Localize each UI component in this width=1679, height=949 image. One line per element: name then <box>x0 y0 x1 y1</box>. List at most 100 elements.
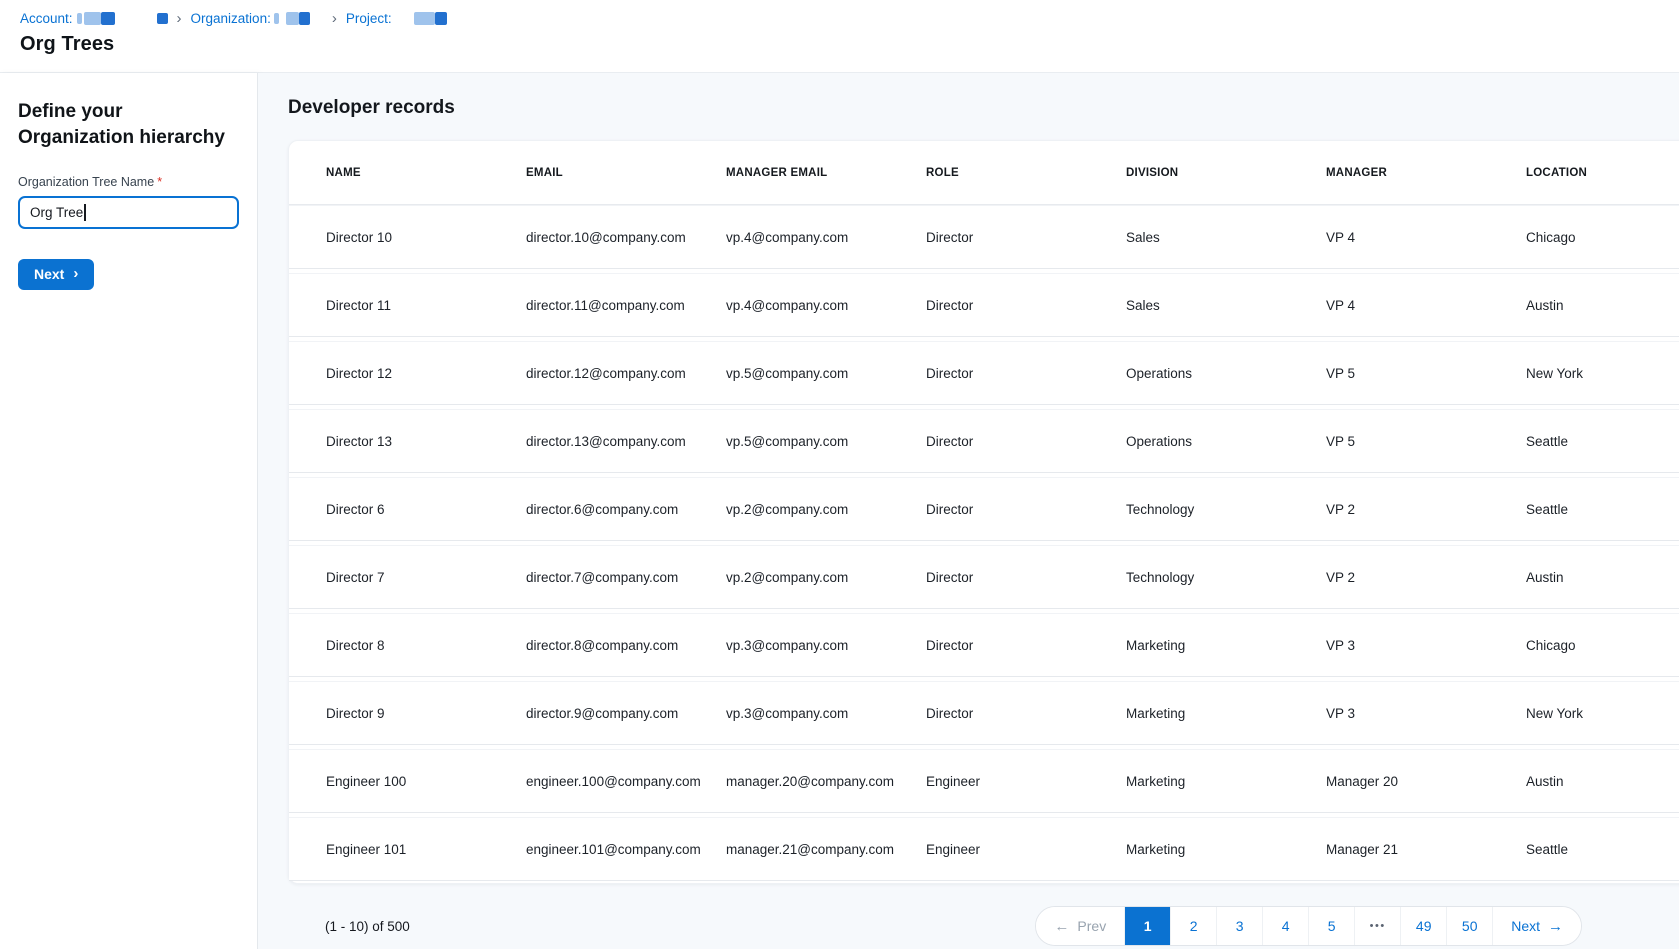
table-cell: director.10@company.com <box>510 230 710 245</box>
table-cell: Marketing <box>1110 706 1310 721</box>
table-cell: Director 13 <box>310 434 510 449</box>
table-cell: director.12@company.com <box>510 366 710 381</box>
org-tree-name-input[interactable]: Org Tree <box>18 196 239 229</box>
column-header: LOCATION <box>1510 167 1679 179</box>
pagination-summary: (1 - 10) of 500 <box>325 919 410 934</box>
redacted-project-value <box>414 12 435 25</box>
table-cell: Chicago <box>1510 230 1679 245</box>
table-cell: Engineer 100 <box>310 774 510 789</box>
table-cell: Chicago <box>1510 638 1679 653</box>
table-cell: Director 8 <box>310 638 510 653</box>
main-panel: Developer records NAMEEMAILMANAGER EMAIL… <box>258 73 1679 949</box>
table-cell: Director 10 <box>310 230 510 245</box>
page-button-49[interactable]: 49 <box>1400 907 1446 945</box>
table-cell: Marketing <box>1110 842 1310 857</box>
breadcrumb-organization-link[interactable]: Organization: <box>191 11 271 26</box>
developer-records-card: NAMEEMAILMANAGER EMAILROLEDIVISIONMANAGE… <box>288 140 1679 884</box>
table-cell: vp.2@company.com <box>710 502 910 517</box>
page-button-5[interactable]: 5 <box>1308 907 1354 945</box>
required-marker: * <box>157 175 162 189</box>
page-button-2[interactable]: 2 <box>1170 907 1216 945</box>
table-cell: Manager 21 <box>1310 842 1510 857</box>
arrow-right-icon: → <box>1548 919 1563 934</box>
table-cell: vp.3@company.com <box>710 706 910 721</box>
redacted-account-value <box>101 12 115 25</box>
column-header: NAME <box>310 167 510 179</box>
table-cell: Director <box>910 502 1110 517</box>
table-cell: Seattle <box>1510 502 1679 517</box>
table-cell: VP 2 <box>1310 570 1510 585</box>
table-cell: Director 12 <box>310 366 510 381</box>
redacted-account-value <box>77 13 82 24</box>
table-row: Director 13director.13@company.comvp.5@c… <box>289 409 1679 473</box>
table-cell: VP 2 <box>1310 502 1510 517</box>
redacted-organization-value <box>299 12 310 25</box>
table-cell: manager.21@company.com <box>710 842 910 857</box>
table-cell: Engineer <box>910 842 1110 857</box>
table-cell: manager.20@company.com <box>710 774 910 789</box>
table-cell: Technology <box>1110 502 1310 517</box>
table-cell: Manager 20 <box>1310 774 1510 789</box>
table-cell: director.9@company.com <box>510 706 710 721</box>
table-cell: Seattle <box>1510 842 1679 857</box>
breadcrumb-project-link[interactable]: Project: <box>346 11 392 26</box>
tree-name-label: Organization Tree Name* <box>18 175 239 189</box>
column-header: DIVISION <box>1110 167 1310 179</box>
table-cell: Director 9 <box>310 706 510 721</box>
pagination-bar: (1 - 10) of 500 ← Prev 12345•••4950 Next… <box>288 906 1582 946</box>
table-cell: Austin <box>1510 774 1679 789</box>
table-row: Engineer 100engineer.100@company.commana… <box>289 749 1679 813</box>
page-button-1[interactable]: 1 <box>1124 907 1170 945</box>
next-button[interactable]: Next › <box>18 259 94 290</box>
page-button-3[interactable]: 3 <box>1216 907 1262 945</box>
page-button-50[interactable]: 50 <box>1446 907 1492 945</box>
table-cell: vp.3@company.com <box>710 638 910 653</box>
table-cell: Director <box>910 638 1110 653</box>
table-cell: Seattle <box>1510 434 1679 449</box>
table-cell: director.11@company.com <box>510 298 710 313</box>
table-cell: Director <box>910 434 1110 449</box>
page-ellipsis: ••• <box>1354 907 1400 945</box>
table-row: Director 8director.8@company.comvp.3@com… <box>289 613 1679 677</box>
table-cell: Director <box>910 570 1110 585</box>
table-cell: VP 5 <box>1310 366 1510 381</box>
org-tree-name-value: Org Tree <box>30 205 83 220</box>
chevron-right-icon: › <box>73 266 78 281</box>
redacted-organization-value <box>274 13 279 24</box>
table-cell: Director 11 <box>310 298 510 313</box>
column-header: MANAGER <box>1310 167 1510 179</box>
table-cell: vp.5@company.com <box>710 366 910 381</box>
sidebar: Define your Organization hierarchy Organ… <box>0 73 258 949</box>
table-cell: vp.2@company.com <box>710 570 910 585</box>
table-cell: Operations <box>1110 434 1310 449</box>
table-cell: Sales <box>1110 298 1310 313</box>
arrow-left-icon: ← <box>1054 919 1069 934</box>
prev-page-button[interactable]: ← Prev <box>1036 907 1124 945</box>
table-cell: Director 7 <box>310 570 510 585</box>
table-cell: VP 3 <box>1310 706 1510 721</box>
table-cell: vp.4@company.com <box>710 230 910 245</box>
breadcrumb-chevron-icon: › <box>332 11 337 26</box>
table-cell: engineer.101@company.com <box>510 842 710 857</box>
table-row: Director 10director.10@company.comvp.4@c… <box>289 205 1679 269</box>
table-cell: Operations <box>1110 366 1310 381</box>
next-page-button[interactable]: Next → <box>1492 907 1581 945</box>
table-cell: VP 4 <box>1310 230 1510 245</box>
table-cell: vp.4@company.com <box>710 298 910 313</box>
table-cell: Director 6 <box>310 502 510 517</box>
column-header: MANAGER EMAIL <box>710 167 910 179</box>
table-cell: director.13@company.com <box>510 434 710 449</box>
table-row: Director 7director.7@company.comvp.2@com… <box>289 545 1679 609</box>
table-row: Director 6director.6@company.comvp.2@com… <box>289 477 1679 541</box>
table-header-row: NAMEEMAILMANAGER EMAILROLEDIVISIONMANAGE… <box>289 141 1679 205</box>
table-row: Director 9director.9@company.comvp.3@com… <box>289 681 1679 745</box>
table-heading: Developer records <box>288 97 1679 119</box>
page-button-4[interactable]: 4 <box>1262 907 1308 945</box>
table-cell: director.7@company.com <box>510 570 710 585</box>
column-header: EMAIL <box>510 167 710 179</box>
breadcrumb-account-link[interactable]: Account: <box>20 11 73 26</box>
text-caret <box>84 204 86 221</box>
breadcrumb-chevron-icon: › <box>177 11 182 26</box>
table-cell: vp.5@company.com <box>710 434 910 449</box>
redacted-account-value <box>157 13 168 24</box>
